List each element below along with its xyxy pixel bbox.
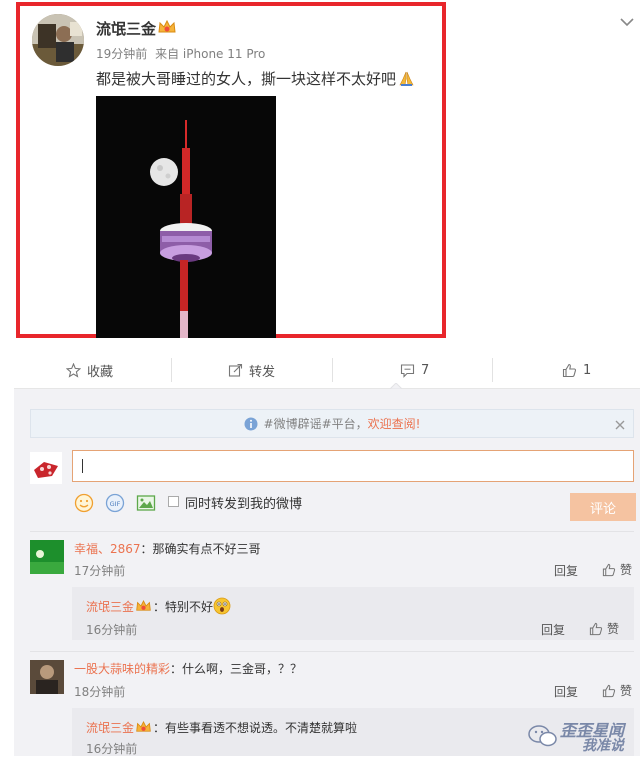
my-avatar[interactable]	[30, 452, 62, 484]
post-meta: 19分钟前 来自 iPhone 11 Pro	[96, 45, 265, 62]
pray-icon	[398, 70, 415, 87]
like-label: 赞	[620, 684, 633, 698]
divider	[171, 358, 172, 382]
sub-reply-time: 16分钟前	[86, 742, 138, 756]
thumbs-up-icon	[562, 363, 577, 377]
post-text: 都是被大哥睡过的女人，撕一块这样不太好吧	[96, 70, 397, 88]
sub-reply-text: ：特别不好	[153, 600, 214, 614]
author-avatar[interactable]	[32, 14, 84, 66]
comment-count: 7	[421, 362, 430, 378]
comment-icon	[400, 363, 415, 378]
image-upload-icon[interactable]	[136, 493, 156, 513]
post-time[interactable]: 19分钟前	[96, 47, 147, 61]
comment-time: 18分钟前	[74, 685, 126, 699]
comment-like-button[interactable]: 赞	[602, 682, 632, 699]
comment-text: ：什么啊，三金哥，？？	[170, 662, 303, 676]
emoji-icon[interactable]	[74, 493, 94, 513]
like-label: 赞	[620, 563, 633, 577]
commenter-avatar[interactable]	[30, 660, 64, 694]
sub-reply-text: ：有些事看透不想说透。不清楚就算啦	[153, 721, 358, 735]
rumor-notice-banner: #微博辟谣#平台， 欢迎查阅!	[30, 409, 634, 438]
notice-text[interactable]: #微博辟谣#平台，	[264, 415, 368, 432]
comment-user[interactable]: 一股大蒜味的精彩	[74, 662, 170, 676]
comment-item: 一股大蒜味的精彩：什么啊，三金哥，？？	[74, 658, 302, 677]
reply-button[interactable]: 回复	[554, 683, 578, 700]
divider	[332, 358, 333, 382]
sub-reply-item: 流氓三金 ：特别不好	[86, 596, 231, 615]
comment-like-button[interactable]: 赞	[589, 620, 619, 637]
reply-button[interactable]: 回复	[541, 621, 565, 638]
vip-crown-icon	[135, 719, 152, 733]
info-icon	[244, 417, 258, 430]
comment-submit-button[interactable]: 评论	[570, 493, 636, 521]
star-icon	[66, 362, 81, 378]
also-repost-checkbox[interactable]	[168, 496, 179, 507]
sub-reply-user[interactable]: 流氓三金	[86, 721, 134, 735]
comment-input[interactable]	[72, 450, 634, 482]
close-icon[interactable]	[614, 416, 626, 430]
post-image[interactable]	[96, 96, 276, 338]
thumbs-up-icon	[589, 622, 603, 635]
notice-link[interactable]: 欢迎查阅!	[368, 415, 421, 432]
vip-crown-icon[interactable]	[157, 19, 177, 35]
author-name[interactable]: 流氓三金	[96, 18, 156, 39]
comment-button[interactable]: 7	[400, 352, 429, 388]
sub-reply-user[interactable]: 流氓三金	[86, 600, 134, 614]
thumbs-up-icon	[602, 684, 616, 697]
repost-button[interactable]: 转发	[228, 352, 275, 388]
post-content: 都是被大哥睡过的女人，撕一块这样不太好吧	[96, 68, 415, 89]
comment-item: 幸福、2867：那确实有点不好三哥	[74, 538, 261, 557]
like-label: 赞	[607, 622, 620, 636]
post-action-bar: 收藏 转发 7 1	[14, 352, 640, 389]
sub-reply-time: 16分钟前	[86, 623, 138, 637]
sub-reply-item: 流氓三金 ：有些事看透不想说透。不清楚就算啦	[86, 717, 357, 736]
favorite-label: 收藏	[87, 364, 114, 380]
divider	[492, 358, 493, 382]
thumbs-up-icon	[602, 563, 616, 576]
comment-time: 17分钟前	[74, 564, 126, 578]
gif-icon[interactable]: GIF	[105, 493, 125, 513]
vip-crown-icon	[135, 598, 152, 612]
comment-user[interactable]: 幸福、2867	[74, 542, 141, 556]
divider	[30, 531, 634, 532]
also-repost-label[interactable]: 同时转发到我的微博	[185, 493, 302, 512]
reply-button[interactable]: 回复	[554, 562, 578, 579]
comment-like-button[interactable]: 赞	[602, 561, 632, 578]
watermark-subtext: 我准说	[582, 738, 624, 754]
commenter-avatar[interactable]	[30, 540, 64, 574]
like-count: 1	[583, 362, 592, 378]
wechat-icon	[528, 725, 557, 747]
repost-label: 转发	[249, 364, 276, 380]
chevron-down-icon[interactable]	[620, 12, 634, 27]
divider	[30, 651, 634, 652]
comment-text: ：那确实有点不好三哥	[140, 542, 261, 556]
like-button[interactable]: 1	[562, 352, 591, 388]
text-cursor	[82, 459, 83, 473]
svg-text:GIF: GIF	[110, 500, 121, 508]
repost-icon	[228, 363, 243, 377]
shocked-face-icon	[213, 597, 231, 615]
post-source: 来自 iPhone 11 Pro	[155, 47, 266, 61]
favorite-button[interactable]: 收藏	[66, 352, 113, 388]
